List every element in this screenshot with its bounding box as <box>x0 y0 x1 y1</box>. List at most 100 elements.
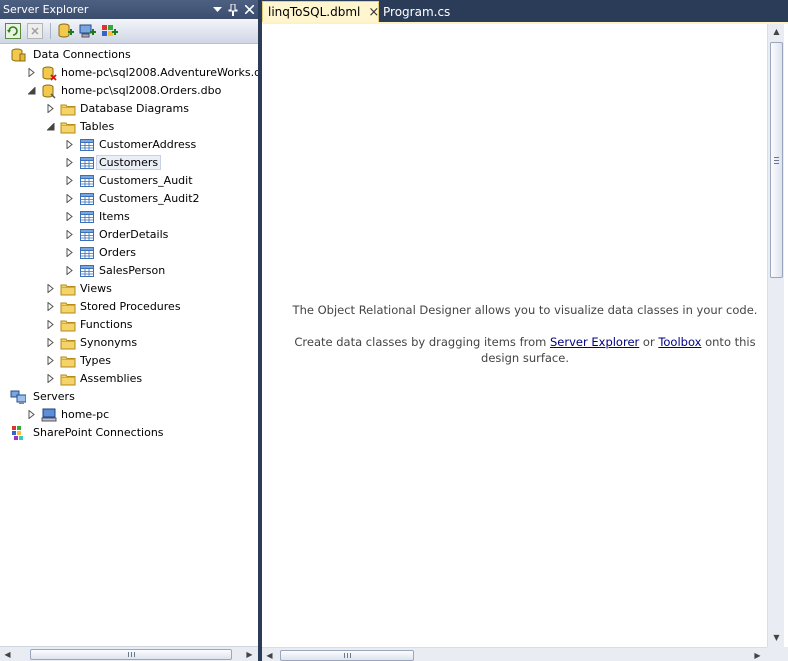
table-icon <box>79 227 95 243</box>
folder-icon <box>60 119 76 135</box>
tree-node[interactable]: Functions <box>0 316 258 334</box>
dropdown-icon[interactable] <box>210 3 224 17</box>
scroll-left-icon[interactable]: ◀ <box>262 648 277 661</box>
tree-node-label: Synonyms <box>80 336 138 349</box>
tree-node[interactable]: Servers <box>0 388 258 406</box>
expanded-arrow-icon[interactable] <box>46 122 55 131</box>
collapsed-arrow-icon[interactable] <box>46 104 55 113</box>
tree-node[interactable]: Orders <box>0 244 258 262</box>
tree-node[interactable]: Synonyms <box>0 334 258 352</box>
toolbox-link[interactable]: Toolbox <box>658 335 701 349</box>
tree-node[interactable]: Types <box>0 352 258 370</box>
close-icon[interactable] <box>242 3 256 17</box>
stop-refresh-icon <box>26 22 44 40</box>
db-connection-broken-icon <box>41 65 57 81</box>
server-explorer-horizontal-scrollbar[interactable]: ◀ ▶ <box>0 646 258 661</box>
pin-icon[interactable] <box>226 3 240 17</box>
refresh-icon[interactable] <box>4 22 22 40</box>
scroll-up-icon[interactable]: ▲ <box>769 24 784 39</box>
tree-node-label: SalesPerson <box>99 264 166 277</box>
close-tab-icon[interactable]: × <box>368 5 379 20</box>
collapsed-arrow-icon[interactable] <box>65 158 74 167</box>
tree-node-label: Servers <box>33 390 75 403</box>
tree-node-label: Customers_Audit2 <box>99 192 200 205</box>
designer-vertical-scrollbar[interactable]: ▲ ▼ <box>767 24 784 647</box>
folder-icon <box>60 299 76 315</box>
collapsed-arrow-icon[interactable] <box>46 356 55 365</box>
collapsed-arrow-icon[interactable] <box>65 248 74 257</box>
server-explorer-title: Server Explorer <box>3 3 89 16</box>
collapsed-arrow-icon[interactable] <box>65 230 74 239</box>
collapsed-arrow-icon[interactable] <box>65 140 74 149</box>
folder-icon <box>60 353 76 369</box>
scroll-left-icon[interactable]: ◀ <box>0 647 15 661</box>
dbml-design-surface[interactable]: The Object Relational Designer allows yo… <box>262 22 788 661</box>
tree-node[interactable]: Views <box>0 280 258 298</box>
collapsed-arrow-icon[interactable] <box>27 68 36 77</box>
scrollbar-corner <box>767 647 788 661</box>
tree-node-label: Customers <box>96 155 162 170</box>
collapsed-arrow-icon[interactable] <box>65 266 74 275</box>
tree-node[interactable]: SharePoint Connections <box>0 424 258 442</box>
tree-node[interactable]: Items <box>0 208 258 226</box>
scroll-right-icon[interactable]: ▶ <box>750 648 765 661</box>
tree-node[interactable]: home-pc\sql2008.AdventureWorks.dbo <box>0 64 258 82</box>
table-icon <box>79 173 95 189</box>
tree-node[interactable]: home-pc\sql2008.Orders.dbo <box>0 82 258 100</box>
scroll-thumb[interactable] <box>770 42 783 278</box>
scroll-thumb[interactable] <box>30 649 232 660</box>
connect-to-sharepoint-icon[interactable] <box>101 22 119 40</box>
servers-icon <box>10 389 26 405</box>
tree-node-label: CustomerAddress <box>99 138 197 151</box>
tab-program-cs[interactable]: Program.cs <box>379 1 474 22</box>
tree-node-label: home-pc\sql2008.AdventureWorks.dbo <box>61 66 258 79</box>
tree-node-label: Data Connections <box>33 48 131 61</box>
tree-node[interactable]: Database Diagrams <box>0 100 258 118</box>
tree-node[interactable]: Customers <box>0 154 258 172</box>
tree-node[interactable]: SalesPerson <box>0 262 258 280</box>
expanded-arrow-icon[interactable] <box>27 86 36 95</box>
server-explorer-link[interactable]: Server Explorer <box>550 335 639 349</box>
toolbar-separator <box>50 23 51 39</box>
server-explorer-titlebar: Server Explorer <box>0 0 258 19</box>
tree-node[interactable]: Data Connections <box>0 46 258 64</box>
tree-node-label: Types <box>80 354 111 367</box>
collapsed-arrow-icon[interactable] <box>46 302 55 311</box>
scroll-thumb[interactable] <box>280 650 414 661</box>
collapsed-arrow-icon[interactable] <box>46 284 55 293</box>
collapsed-arrow-icon[interactable] <box>46 338 55 347</box>
tree-node[interactable]: Assemblies <box>0 370 258 388</box>
folder-icon <box>60 371 76 387</box>
collapsed-arrow-icon[interactable] <box>65 212 74 221</box>
tree-node-label: SharePoint Connections <box>33 426 164 439</box>
collapsed-arrow-icon[interactable] <box>65 176 74 185</box>
tree-node[interactable]: Stored Procedures <box>0 298 258 316</box>
scroll-down-icon[interactable]: ▼ <box>769 630 784 645</box>
scroll-right-icon[interactable]: ▶ <box>242 647 257 661</box>
table-icon <box>79 245 95 261</box>
tree-node[interactable]: Tables <box>0 118 258 136</box>
designer-line-2: Create data classes by dragging items fr… <box>294 335 756 365</box>
designer-line-1: The Object Relational Designer allows yo… <box>292 303 758 317</box>
tree-node[interactable]: OrderDetails <box>0 226 258 244</box>
tree-node-label: OrderDetails <box>99 228 169 241</box>
tab-label: Program.cs <box>383 4 451 19</box>
collapsed-arrow-icon[interactable] <box>46 374 55 383</box>
tree-node-label: Assemblies <box>80 372 143 385</box>
collapsed-arrow-icon[interactable] <box>46 320 55 329</box>
tree-node[interactable]: home-pc <box>0 406 258 424</box>
collapsed-arrow-icon[interactable] <box>65 194 74 203</box>
tree-node[interactable]: Customers_Audit <box>0 172 258 190</box>
designer-instructions: The Object Relational Designer allows yo… <box>280 302 770 382</box>
server-explorer-tree: Data Connections home-pc\sql2008.Adventur… <box>0 45 258 645</box>
designer-horizontal-scrollbar[interactable]: ◀ ▶ <box>262 647 767 661</box>
table-icon <box>79 209 95 225</box>
tab-linqtosql-dbml[interactable]: linqToSQL.dbml × <box>262 1 379 22</box>
tree-node[interactable]: Customers_Audit2 <box>0 190 258 208</box>
connect-to-server-icon[interactable] <box>79 22 97 40</box>
tree-node-label: Views <box>80 282 112 295</box>
tree-node[interactable]: CustomerAddress <box>0 136 258 154</box>
collapsed-arrow-icon[interactable] <box>27 410 36 419</box>
folder-icon <box>60 101 76 117</box>
connect-to-database-icon[interactable] <box>57 22 75 40</box>
